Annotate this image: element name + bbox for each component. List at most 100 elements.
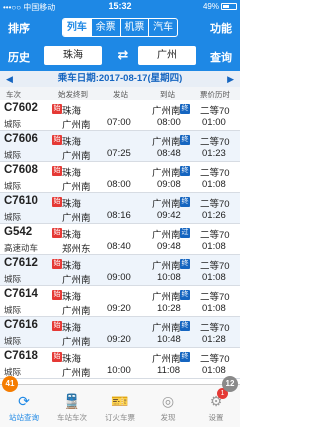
- duration: 01:26: [202, 210, 226, 221]
- terminus: 广州南: [62, 151, 91, 162]
- origin: 珠海: [62, 354, 82, 365]
- train-row[interactable]: C7614 城际 珠海 广州南 始 09:20 终 广州南 10:28 二等70…: [0, 286, 240, 317]
- search-bar: 历史 珠海 ⇄ 广州 查询: [0, 41, 240, 71]
- depart-time: 08:00: [107, 179, 131, 190]
- terminus: 广州南: [62, 275, 91, 286]
- end-badge: 终: [180, 290, 190, 300]
- origin: 珠海: [62, 199, 82, 210]
- duration: 01:08: [202, 365, 226, 376]
- tab-book-ticket[interactable]: 🎫 订火车票: [96, 385, 144, 427]
- tab-label: 发现: [160, 413, 176, 422]
- duration: 01:08: [202, 241, 226, 252]
- tab-label: 车站车次: [57, 413, 87, 422]
- tab-discover[interactable]: ◎ 发现: [144, 385, 192, 427]
- train-row[interactable]: C7610 城际 珠海 广州南 始 08:16 终 广州南 09:42 二等70…: [0, 193, 240, 224]
- terminus: 广州南: [62, 368, 91, 379]
- ticket-icon: 🎫: [111, 393, 129, 409]
- tab-remaining[interactable]: 余票: [90, 19, 120, 36]
- prev-day-icon[interactable]: ◀: [6, 71, 13, 87]
- history-button[interactable]: 历史: [8, 49, 30, 65]
- seat-price: 二等70: [200, 106, 230, 117]
- query-button[interactable]: 查询: [210, 49, 232, 65]
- seat-price: 二等70: [200, 137, 230, 148]
- end-badge: 终: [180, 259, 190, 269]
- gear-icon: ⚙: [209, 393, 223, 409]
- depart-time: 07:25: [107, 148, 131, 159]
- terminus: 郑州东: [62, 244, 91, 255]
- duration: 01:23: [202, 148, 226, 159]
- depart-time: 10:00: [107, 365, 131, 376]
- sort-button[interactable]: 排序: [8, 20, 30, 36]
- tab-station-trains[interactable]: 🚆 车站车次: [48, 385, 96, 427]
- arrive-time: 08:00: [157, 117, 181, 128]
- nav-bar: 排序 列车 余票 机票 汽车 功能: [0, 14, 240, 41]
- train-row[interactable]: C7602 城际 珠海 广州南 始 07:00 终 广州南 08:00 二等70…: [0, 100, 240, 131]
- train-type: 高速动车: [4, 243, 39, 253]
- arrive-station: 广州南: [152, 199, 181, 210]
- train-code: G542: [4, 226, 33, 238]
- function-button[interactable]: 功能: [210, 20, 232, 36]
- end-badge: 终: [180, 321, 190, 331]
- train-row[interactable]: C7618 城际 珠海 广州南 始 10:00 终 广州南 11:08 二等70…: [0, 348, 240, 379]
- seat-price: 二等70: [200, 354, 230, 365]
- origin: 珠海: [62, 168, 82, 179]
- arrive-station: 广州南: [152, 292, 181, 303]
- col-depart: 发站: [113, 90, 128, 99]
- start-badge: 始: [52, 321, 62, 331]
- origin: 珠海: [62, 106, 82, 117]
- end-badge: 过: [180, 228, 190, 238]
- depart-time: 09:20: [107, 303, 131, 314]
- table-header: 车次 始发终到 发站 到站 票价历时: [0, 87, 240, 100]
- train-code: C7618: [4, 350, 38, 362]
- terminus: 广州南: [62, 182, 91, 193]
- tab-train[interactable]: 列车: [63, 19, 91, 36]
- tab-flight[interactable]: 机票: [119, 19, 149, 36]
- status-bar: •••○○ 中国移动 15:32 49%: [0, 0, 240, 14]
- origin: 珠海: [62, 261, 82, 272]
- col-train: 车次: [6, 90, 21, 99]
- arrive-time: 10:08: [157, 272, 181, 283]
- terminus: 广州南: [62, 306, 91, 317]
- result-count-badge[interactable]: 41: [2, 376, 18, 392]
- arrive-station: 广州南: [152, 354, 181, 365]
- from-station-field[interactable]: 珠海: [44, 46, 102, 65]
- train-type: 城际: [4, 274, 22, 284]
- end-badge: 终: [180, 166, 190, 176]
- col-price: 票价历时: [200, 90, 230, 99]
- train-row[interactable]: G542 高速动车 珠海 郑州东 始 08:40 过 广州南 09:48 二等7…: [0, 224, 240, 255]
- arrive-time: 10:28: [157, 303, 181, 314]
- start-badge: 始: [52, 166, 62, 176]
- arrive-time: 08:48: [157, 148, 181, 159]
- arrive-station: 广州南: [152, 323, 181, 334]
- tab-bar: ⟳ 站站查询 🚆 车站车次 🎫 订火车票 ◎ 发现 ⚙ 1 设置: [0, 384, 240, 427]
- tab-bus[interactable]: 汽车: [148, 19, 177, 36]
- next-day-icon[interactable]: ▶: [227, 71, 234, 87]
- terminus: 广州南: [62, 213, 91, 224]
- start-badge: 始: [52, 197, 62, 207]
- train-row[interactable]: C7608 城际 珠海 广州南 始 08:00 终 广州南 09:08 二等70…: [0, 162, 240, 193]
- tab-label: 设置: [208, 413, 224, 422]
- train-row[interactable]: C7606 城际 珠海 广州南 始 07:25 终 广州南 08:48 二等70…: [0, 131, 240, 162]
- to-station-field[interactable]: 广州: [138, 46, 196, 65]
- page-count-badge[interactable]: 12: [222, 376, 238, 392]
- train-code: C7608: [4, 164, 38, 176]
- arrive-station: 广州南: [152, 230, 181, 241]
- train-row[interactable]: C7616 城际 珠海 广州南 始 09:20 终 广州南 10:48 二等70…: [0, 317, 240, 348]
- train-icon: 🚆: [63, 393, 81, 409]
- col-route: 始发终到: [58, 90, 88, 99]
- depart-time: 08:40: [107, 241, 131, 252]
- seat-price: 二等70: [200, 292, 230, 303]
- depart-time: 09:00: [107, 272, 131, 283]
- arrive-station: 广州南: [152, 168, 181, 179]
- depart-time: 09:20: [107, 334, 131, 345]
- start-badge: 始: [52, 228, 62, 238]
- start-badge: 始: [52, 259, 62, 269]
- train-row[interactable]: C7612 城际 珠海 广州南 始 09:00 终 广州南 10:08 二等70…: [0, 255, 240, 286]
- train-code: C7602: [4, 102, 38, 114]
- seat-price: 二等70: [200, 323, 230, 334]
- swap-stations-icon[interactable]: ⇄: [114, 47, 132, 63]
- train-type: 城际: [4, 336, 22, 346]
- date-bar[interactable]: ◀ 乘车日期:2017-08-17(星期四) ▶: [0, 71, 240, 87]
- duration: 01:08: [202, 272, 226, 283]
- origin: 珠海: [62, 323, 82, 334]
